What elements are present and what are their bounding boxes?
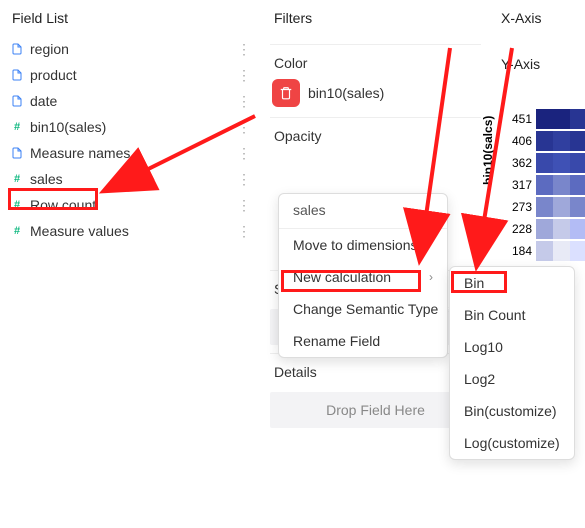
opacity-header: Opacity [270, 122, 481, 150]
heatmap-cell [553, 153, 570, 173]
submenu-bin-count[interactable]: Bin Count [450, 299, 574, 331]
heatmap-cell [570, 219, 585, 239]
heatmap-cell [570, 197, 585, 217]
heatmap-cell [536, 109, 553, 129]
field-item-sales[interactable]: # sales ⋮ [8, 166, 254, 192]
heatmap-cell [570, 241, 585, 261]
color-header: Color [270, 49, 481, 77]
heatmap-cell [570, 153, 585, 173]
field-item-row-count[interactable]: # Row count ⋮ [8, 192, 254, 218]
field-label: bin10(sales) [30, 119, 106, 135]
heatmap-cell [536, 131, 553, 151]
chart-y-axis-label: bin10(salcs) [481, 116, 495, 185]
document-icon [10, 146, 24, 160]
document-icon [10, 94, 24, 108]
field-label: Measure names [30, 145, 130, 161]
submenu-log10[interactable]: Log10 [450, 331, 574, 363]
filters-header: Filters [270, 4, 481, 36]
field-label: Measure values [30, 223, 129, 239]
menu-rename-field[interactable]: Rename Field [279, 325, 447, 357]
submenu-bin-customize[interactable]: Bin(customize) [450, 395, 574, 427]
more-icon[interactable]: ⋮ [237, 197, 252, 214]
more-icon[interactable]: ⋮ [237, 145, 252, 162]
heatmap-cell [553, 131, 570, 151]
heatmap-cell [536, 219, 553, 239]
heatmap-cell [553, 241, 570, 261]
hash-icon: # [10, 198, 24, 212]
field-label: date [30, 93, 57, 109]
chart-thumbnail: bin10(salcs) 451406362317273228184 [506, 108, 585, 262]
chart-tick: 228 [506, 222, 536, 236]
field-label: sales [30, 171, 63, 187]
more-icon[interactable]: ⋮ [237, 41, 252, 58]
heatmap-cell [570, 109, 585, 129]
submenu-log-customize[interactable]: Log(customize) [450, 427, 574, 459]
new-calculation-submenu: Bin Bin Count Log10 Log2 Bin(customize) … [449, 266, 575, 460]
heatmap-cell [536, 175, 553, 195]
menu-move-to-dimensions[interactable]: Move to dimensions [279, 229, 447, 261]
chart-row: 406 [506, 130, 585, 152]
field-label: product [30, 67, 77, 83]
field-item-region[interactable]: region ⋮ [8, 36, 254, 62]
chart-tick: 362 [506, 156, 536, 170]
more-icon[interactable]: ⋮ [237, 93, 252, 110]
chart-tick: 184 [506, 244, 536, 258]
submenu-log2[interactable]: Log2 [450, 363, 574, 395]
chart-row: 451 [506, 108, 585, 130]
heatmap-cell [553, 175, 570, 195]
heatmap-cell [536, 241, 553, 261]
hash-icon: # [10, 172, 24, 186]
menu-new-calculation[interactable]: New calculation› [279, 261, 447, 293]
field-item-measure-values[interactable]: # Measure values ⋮ [8, 218, 254, 244]
field-item-measure-names[interactable]: Measure names ⋮ [8, 140, 254, 166]
hash-icon: # [10, 224, 24, 238]
color-pill-label: bin10(sales) [308, 85, 384, 101]
more-icon[interactable]: ⋮ [237, 119, 252, 136]
heatmap-cell [570, 175, 585, 195]
trash-icon[interactable] [272, 79, 300, 107]
field-list-header: Field List [8, 4, 254, 36]
chart-row: 228 [506, 218, 585, 240]
heatmap-cell [553, 219, 570, 239]
heatmap-cell [553, 109, 570, 129]
chart-tick: 406 [506, 134, 536, 148]
document-icon [10, 42, 24, 56]
field-label: region [30, 41, 69, 57]
heatmap-cell [536, 153, 553, 173]
heatmap-cell [570, 131, 585, 151]
context-menu-title: sales [279, 194, 447, 228]
chart-row: 273 [506, 196, 585, 218]
submenu-bin[interactable]: Bin [450, 267, 574, 299]
field-list-panel: Field List region ⋮ product ⋮ date ⋮ # bin10(sa… [0, 0, 262, 528]
hash-icon: # [10, 120, 24, 134]
menu-change-semantic-type[interactable]: Change Semantic Type› [279, 293, 447, 325]
heatmap-cell [553, 197, 570, 217]
heatmap-cell [536, 197, 553, 217]
y-axis-header: Y-Axis [497, 50, 577, 82]
field-item-bin10-sales-[interactable]: # bin10(sales) ⋮ [8, 114, 254, 140]
chart-row: 184 [506, 240, 585, 262]
chart-row: 317 [506, 174, 585, 196]
chart-row: 362 [506, 152, 585, 174]
field-context-menu: sales Move to dimensions New calculation… [278, 193, 448, 358]
chart-tick: 317 [506, 178, 536, 192]
more-icon[interactable]: ⋮ [237, 67, 252, 84]
chart-tick: 451 [506, 112, 536, 126]
document-icon [10, 68, 24, 82]
field-item-product[interactable]: product ⋮ [8, 62, 254, 88]
chevron-right-icon: › [429, 270, 433, 284]
x-axis-header: X-Axis [497, 4, 577, 36]
chart-tick: 273 [506, 200, 536, 214]
more-icon[interactable]: ⋮ [237, 223, 252, 240]
more-icon[interactable]: ⋮ [237, 171, 252, 188]
field-label: Row count [30, 197, 96, 213]
field-item-date[interactable]: date ⋮ [8, 88, 254, 114]
color-pill[interactable]: bin10(sales) [270, 77, 481, 109]
